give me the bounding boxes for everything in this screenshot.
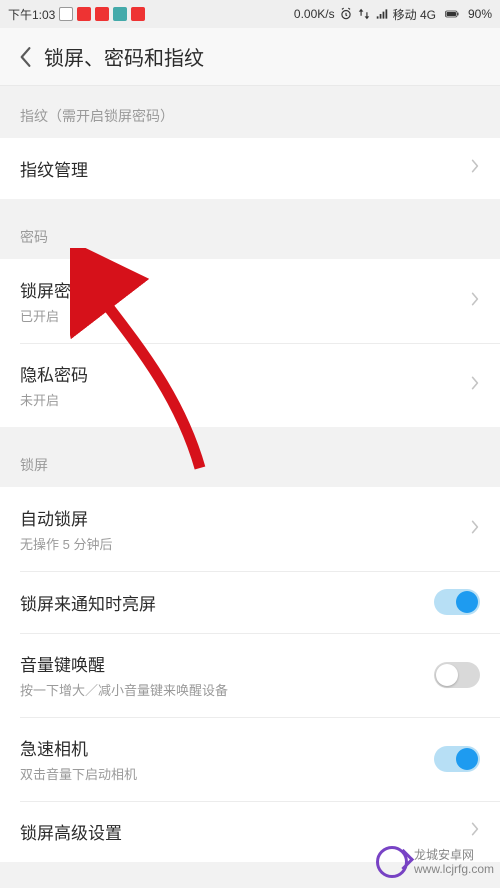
tray-icon-qq — [59, 7, 73, 21]
row-label: 指纹管理 — [20, 156, 88, 181]
signal-icon — [375, 7, 389, 21]
back-button[interactable] — [10, 42, 40, 72]
row-label: 音量键唤醒 — [20, 651, 228, 676]
section-header-fingerprint: 指纹（需开启锁屏密码） — [0, 86, 500, 138]
page-title: 锁屏、密码和指纹 — [44, 42, 204, 71]
row-label: 锁屏高级设置 — [20, 819, 122, 844]
section-header-password: 密码 — [0, 207, 500, 259]
status-time: 下午1:03 — [8, 6, 55, 23]
tray-icon-app1 — [77, 7, 91, 21]
row-label: 自动锁屏 — [20, 505, 112, 530]
chevron-right-icon — [470, 519, 480, 540]
row-privacy-password[interactable]: 隐私密码 未开启 — [0, 343, 500, 427]
row-quick-camera[interactable]: 急速相机 双击音量下启动相机 — [0, 717, 500, 801]
row-sublabel: 无操作 5 分钟后 — [20, 534, 112, 553]
chevron-right-icon — [470, 291, 480, 312]
chevron-right-icon — [470, 821, 480, 842]
row-label: 隐私密码 — [20, 361, 88, 386]
chevron-right-icon — [470, 158, 480, 179]
toggle-quick-camera[interactable] — [434, 746, 480, 772]
page-header: 锁屏、密码和指纹 — [0, 28, 500, 86]
status-bar: 下午1:03 0.00K/s 移动 4G 90% — [0, 0, 500, 28]
row-label: 急速相机 — [20, 735, 137, 760]
status-battery-pct: 90% — [468, 7, 492, 21]
row-sublabel: 已开启 — [20, 306, 88, 325]
row-label: 锁屏密码 — [20, 277, 88, 302]
data-transfer-icon — [357, 7, 371, 21]
tray-icon-app4 — [131, 7, 145, 21]
watermark-line1: 龙城安卓网 — [414, 848, 494, 862]
row-fingerprint-manage[interactable]: 指纹管理 — [0, 138, 500, 199]
toggle-volume-wake[interactable] — [434, 662, 480, 688]
row-sublabel: 双击音量下启动相机 — [20, 764, 137, 783]
row-sublabel: 未开启 — [20, 390, 88, 409]
chevron-right-icon — [470, 375, 480, 396]
row-lockscreen-password[interactable]: 锁屏密码 已开启 — [0, 259, 500, 343]
row-wake-on-notify[interactable]: 锁屏来通知时亮屏 — [0, 571, 500, 633]
status-carrier: 移动 4G — [393, 6, 436, 23]
alarm-icon — [339, 7, 353, 21]
row-auto-lock[interactable]: 自动锁屏 无操作 5 分钟后 — [0, 487, 500, 571]
watermark-line2: www.lcjrfg.com — [414, 862, 494, 876]
row-sublabel: 按一下增大／减小音量键来唤醒设备 — [20, 680, 228, 699]
row-label: 锁屏来通知时亮屏 — [20, 590, 156, 615]
section-header-lockscreen: 锁屏 — [0, 435, 500, 487]
tray-icon-app2 — [95, 7, 109, 21]
row-volume-wake[interactable]: 音量键唤醒 按一下增大／减小音量键来唤醒设备 — [0, 633, 500, 717]
battery-icon — [440, 7, 464, 21]
tray-icon-app3 — [113, 7, 127, 21]
watermark: 龙城安卓网 www.lcjrfg.com — [376, 846, 494, 878]
watermark-logo-icon — [376, 846, 408, 878]
toggle-wake-on-notify[interactable] — [434, 589, 480, 615]
status-netspeed: 0.00K/s — [294, 7, 335, 21]
